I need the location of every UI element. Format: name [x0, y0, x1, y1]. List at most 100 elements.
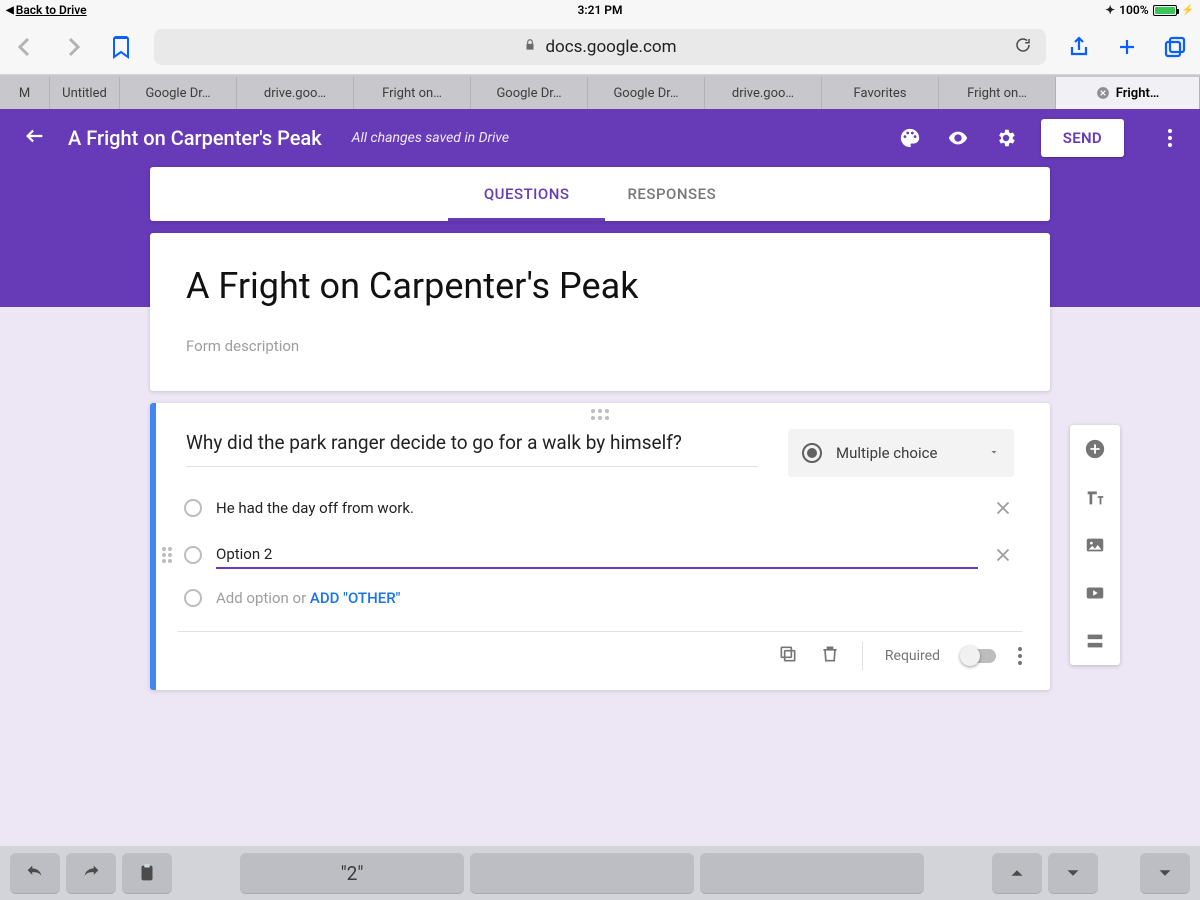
charging-icon: ⚡ [1182, 5, 1194, 16]
option-row: Option 2 [184, 541, 1014, 569]
form-title-input[interactable]: A Fright on Carpenter's Peak [186, 265, 1014, 307]
add-section-button[interactable] [1083, 629, 1107, 653]
tab-label: Fright on… [382, 86, 442, 101]
browser-tab[interactable]: Untitled [50, 77, 120, 109]
nav-back-button[interactable] [10, 32, 40, 62]
radio-icon [802, 443, 822, 463]
browser-tab[interactable]: Google Dr… [471, 77, 588, 109]
form-title-header[interactable]: A Fright on Carpenter's Peak [68, 126, 322, 150]
keyboard-suggestion[interactable] [470, 853, 694, 893]
keyboard-accessory-bar: "2" [0, 846, 1200, 900]
side-toolbar [1070, 425, 1120, 665]
tab-label: drive.goo… [732, 86, 794, 101]
ios-status-bar: ◀ Back to Drive 3:21 PM ✦ 100% ⚡ [0, 0, 1200, 20]
chevron-down-icon [988, 444, 1000, 462]
option-row: He had the day off from work. [184, 495, 1014, 521]
question-card: Why did the park ranger decide to go for… [150, 403, 1050, 690]
browser-tab[interactable]: Favorites [822, 77, 939, 109]
tab-label: Google Dr… [496, 86, 561, 101]
add-image-button[interactable] [1083, 533, 1107, 557]
tabs-button[interactable] [1160, 32, 1190, 62]
tab-label: drive.goo… [264, 86, 326, 101]
tab-label: Google Dr… [613, 86, 678, 101]
forms-back-button[interactable] [24, 125, 46, 151]
tab-label: Google Dr… [145, 86, 210, 101]
add-video-button[interactable] [1083, 581, 1107, 605]
add-other-button[interactable]: ADD "OTHER" [310, 589, 401, 607]
browser-tab[interactable]: Fright on… [939, 77, 1056, 109]
option-radio-icon [184, 499, 202, 517]
question-drag-handle[interactable] [150, 403, 1050, 425]
tab-label: Fright… [1116, 86, 1159, 101]
browser-tab-strip: M Untitled Google Dr… drive.goo… Fright … [0, 75, 1200, 109]
clock: 3:21 PM [577, 3, 622, 17]
settings-button[interactable] [993, 125, 1019, 151]
question-more-button[interactable] [1018, 647, 1022, 665]
save-status: All changes saved in Drive [352, 130, 509, 146]
required-toggle[interactable] [962, 649, 996, 663]
nav-forward-button[interactable] [58, 32, 88, 62]
keyboard-suggestion[interactable] [700, 853, 924, 893]
prev-field-button[interactable] [992, 853, 1042, 893]
address-bar[interactable]: docs.google.com [154, 29, 1046, 65]
close-tab-icon[interactable] [1096, 86, 1110, 100]
redo-button[interactable] [66, 853, 116, 893]
tab-label: Favorites [854, 86, 907, 101]
remove-option-button[interactable] [992, 544, 1014, 566]
option-text-input[interactable]: Option 2 [216, 541, 978, 569]
back-to-app-label: Back to Drive [16, 3, 87, 17]
add-question-button[interactable] [1083, 437, 1107, 461]
safari-toolbar: docs.google.com [0, 20, 1200, 75]
preview-button[interactable] [945, 125, 971, 151]
send-button[interactable]: SEND [1041, 119, 1124, 157]
tab-questions[interactable]: QUESTIONS [480, 167, 574, 221]
form-title-card[interactable]: A Fright on Carpenter's Peak Form descri… [150, 233, 1050, 391]
new-tab-button[interactable] [1112, 32, 1142, 62]
address-url: docs.google.com [545, 37, 676, 57]
question-type-dropdown[interactable]: Multiple choice [788, 429, 1014, 477]
separator [862, 642, 863, 670]
undo-button[interactable] [10, 853, 60, 893]
remove-option-button[interactable] [992, 497, 1014, 519]
lock-icon [523, 37, 537, 57]
bluetooth-icon: ✦ [1105, 3, 1115, 17]
add-option-button[interactable]: Add option [216, 589, 289, 607]
back-to-app[interactable]: ◀ Back to Drive [6, 3, 87, 17]
more-menu-button[interactable] [1160, 129, 1180, 147]
question-type-label: Multiple choice [836, 444, 937, 462]
option-radio-icon [184, 546, 202, 564]
option-drag-handle[interactable] [162, 547, 172, 563]
palette-button[interactable] [897, 125, 923, 151]
browser-tab[interactable]: M [0, 77, 50, 109]
browser-tab[interactable]: drive.goo… [705, 77, 822, 109]
browser-tab[interactable]: Google Dr… [588, 77, 705, 109]
option-text-input[interactable]: He had the day off from work. [216, 495, 978, 521]
browser-tab[interactable]: drive.goo… [237, 77, 354, 109]
share-button[interactable] [1064, 32, 1094, 62]
clipboard-button[interactable] [122, 853, 172, 893]
battery-icon [1153, 5, 1177, 16]
browser-tab[interactable]: Google Dr… [120, 77, 237, 109]
duplicate-button[interactable] [778, 644, 798, 668]
dismiss-keyboard-button[interactable] [1140, 853, 1190, 893]
browser-tab[interactable]: Fright on… [354, 77, 471, 109]
tab-label: Untitled [62, 86, 107, 101]
keyboard-suggestion[interactable]: "2" [240, 853, 464, 893]
delete-button[interactable] [820, 644, 840, 668]
required-label: Required [885, 648, 940, 664]
form-tabs-card: QUESTIONS RESPONSES [150, 167, 1050, 221]
option-radio-icon [184, 589, 202, 607]
or-label: or [293, 589, 307, 607]
add-title-button[interactable] [1083, 485, 1107, 509]
question-text-input[interactable]: Why did the park ranger decide to go for… [186, 429, 758, 467]
bookmarks-button[interactable] [106, 32, 136, 62]
next-field-button[interactable] [1048, 853, 1098, 893]
add-option-row: Add option or ADD "OTHER" [184, 589, 1014, 607]
browser-tab-active[interactable]: Fright… [1056, 77, 1200, 109]
battery-percent: 100% [1119, 3, 1148, 17]
form-description-input[interactable]: Form description [186, 337, 1014, 355]
tab-responses[interactable]: RESPONSES [623, 167, 720, 221]
forms-header: A Fright on Carpenter's Peak All changes… [0, 109, 1200, 167]
tab-label: Fright on… [967, 86, 1027, 101]
reload-button[interactable] [1014, 36, 1032, 59]
